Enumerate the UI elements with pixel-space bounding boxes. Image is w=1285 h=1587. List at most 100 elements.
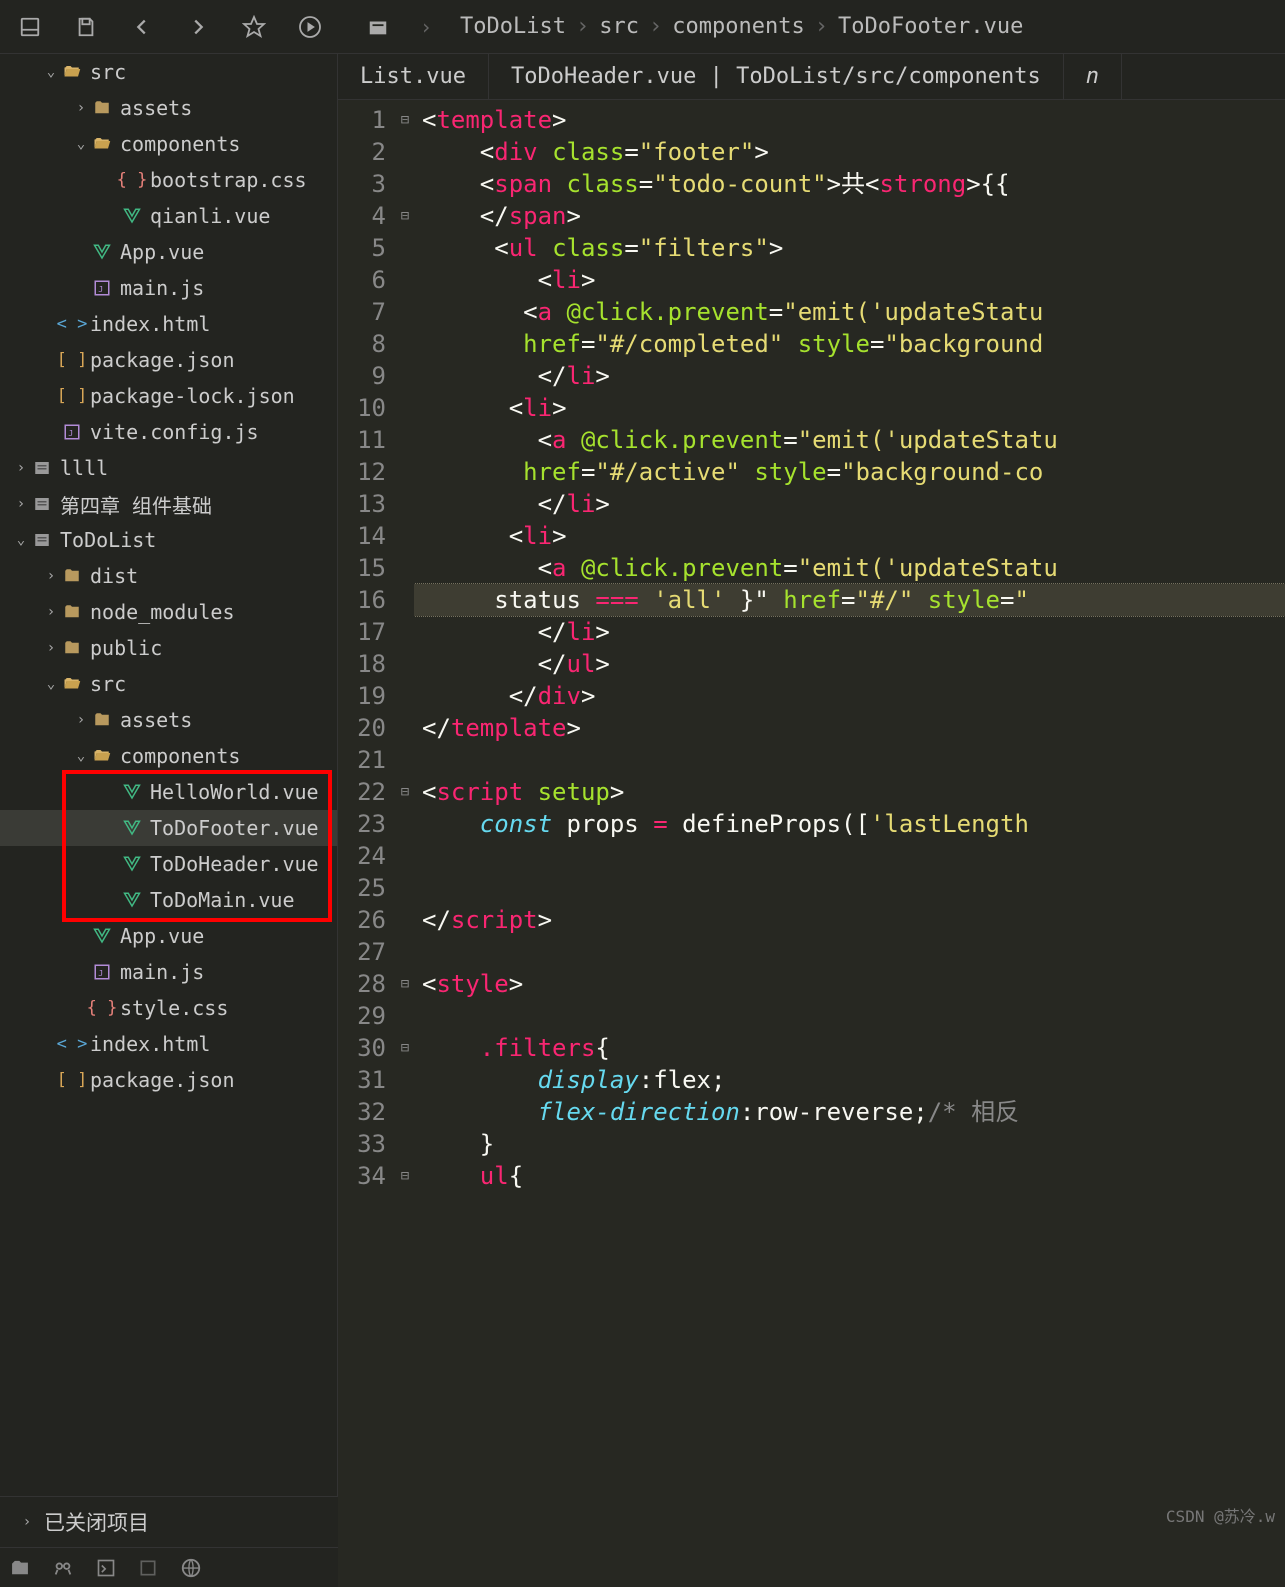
folder-open-icon — [90, 747, 114, 765]
vue-icon — [120, 207, 144, 225]
svg-text:J: J — [68, 428, 73, 438]
tree-style.css[interactable]: { }style.css — [0, 990, 337, 1026]
tree-label: public — [90, 636, 162, 660]
tree-components[interactable]: ⌄components — [0, 126, 337, 162]
tree-label: qianli.vue — [150, 204, 270, 228]
tree-index.html[interactable]: < > index.html — [0, 1026, 337, 1062]
run-icon[interactable] — [296, 13, 324, 41]
js-icon: J — [90, 963, 114, 981]
tree-package-lock.json[interactable]: [ ] package-lock.json — [0, 378, 337, 414]
tree-qianli.vue[interactable]: qianli.vue — [0, 198, 337, 234]
tree-node_modules[interactable]: ›node_modules — [0, 594, 337, 630]
breadcrumb-src[interactable]: src — [599, 14, 639, 39]
tree-package.json[interactable]: [ ] package.json — [0, 1062, 337, 1098]
tree-index.html[interactable]: < > index.html — [0, 306, 337, 342]
html-icon: < > — [60, 314, 84, 334]
tree-label: ToDoHeader.vue — [150, 852, 319, 876]
tab-overflow[interactable]: n — [1064, 54, 1122, 99]
tree-ToDoMain.vue[interactable]: ToDoMain.vue — [0, 882, 337, 918]
star-icon[interactable] — [240, 13, 268, 41]
tree-label: components — [120, 744, 240, 768]
tree-App.vue[interactable]: App.vue — [0, 918, 337, 954]
svg-text:J: J — [98, 284, 103, 294]
tree-label: 第四章 组件基础 — [60, 490, 212, 519]
proj-icon — [30, 459, 54, 477]
css-icon: { } — [90, 998, 114, 1018]
breadcrumb-components[interactable]: components — [672, 14, 804, 39]
tree-label: main.js — [120, 276, 204, 300]
json-icon: [ ] — [60, 1070, 84, 1090]
js-icon: J — [90, 279, 114, 297]
tree-label: bootstrap.css — [150, 168, 307, 192]
folder-open-icon — [60, 63, 84, 81]
tab-listvue[interactable]: List.vue — [338, 54, 489, 99]
breadcrumb-ToDoList[interactable]: ToDoList — [460, 14, 566, 39]
tree-label: llll — [60, 456, 108, 480]
closed-projects[interactable]: ›已关闭项目 — [0, 1496, 338, 1547]
vue-icon — [120, 819, 144, 837]
editor-pane: List.vue ToDoHeader.vue | ToDoList/src/c… — [338, 54, 1285, 1587]
tree-label: ToDoList — [60, 528, 156, 552]
tree-label: package-lock.json — [90, 384, 295, 408]
folder-icon — [90, 711, 114, 729]
tree-main.js[interactable]: Jmain.js — [0, 270, 337, 306]
tree-bootstrap.css[interactable]: { } bootstrap.css — [0, 162, 337, 198]
tree-label: App.vue — [120, 240, 204, 264]
tree-public[interactable]: ›public — [0, 630, 337, 666]
watermark: CSDN @苏冷.w — [1166, 1503, 1275, 1527]
tree-ToDoHeader.vue[interactable]: ToDoHeader.vue — [0, 846, 337, 882]
tree-label: main.js — [120, 960, 204, 984]
tree-src[interactable]: ⌄src — [0, 54, 337, 90]
tree-label: components — [120, 132, 240, 156]
tree-label: assets — [120, 708, 192, 732]
tree-App.vue[interactable]: App.vue — [0, 234, 337, 270]
tree-label: assets — [120, 96, 192, 120]
panel-icon[interactable] — [16, 13, 44, 41]
breadcrumb: ToDoList›src›components›ToDoFooter.vue — [460, 14, 1023, 39]
tree-label: src — [90, 60, 126, 84]
tree-llll[interactable]: ›llll — [0, 450, 337, 486]
html-icon: < > — [60, 1034, 84, 1054]
folder-open-icon — [60, 675, 84, 693]
tree-dist[interactable]: ›dist — [0, 558, 337, 594]
folder-icon — [60, 603, 84, 621]
tree-ToDoList[interactable]: ⌄ToDoList — [0, 522, 337, 558]
back-icon[interactable] — [128, 13, 156, 41]
tab-bar: List.vue ToDoHeader.vue | ToDoList/src/c… — [338, 54, 1285, 100]
tree-label: HelloWorld.vue — [150, 780, 319, 804]
tab-header[interactable]: ToDoHeader.vue | ToDoList/src/components — [489, 54, 1064, 99]
css-icon: { } — [120, 170, 144, 190]
svg-text:J: J — [98, 968, 103, 978]
tree-main.js[interactable]: Jmain.js — [0, 954, 337, 990]
tree-ToDoFooter.vue[interactable]: ToDoFooter.vue — [0, 810, 337, 846]
vue-icon — [90, 243, 114, 261]
js-icon: J — [60, 423, 84, 441]
tree-assets[interactable]: ›assets — [0, 702, 337, 738]
code-editor[interactable]: 1234567891011121314151617181920212223242… — [338, 100, 1285, 1587]
folder-icon — [60, 639, 84, 657]
vue-icon — [90, 927, 114, 945]
tree-label: vite.config.js — [90, 420, 259, 444]
tree-package.json[interactable]: [ ]package.json — [0, 342, 337, 378]
json-icon: [ ] — [60, 386, 84, 406]
vue-icon — [120, 855, 144, 873]
tree-HelloWorld.vue[interactable]: HelloWorld.vue — [0, 774, 337, 810]
forward-icon[interactable] — [184, 13, 212, 41]
save-icon[interactable] — [72, 13, 100, 41]
tree-label: package.json — [90, 1068, 235, 1092]
folder-open-icon — [90, 135, 114, 153]
tree-第四章 组件基础[interactable]: ›第四章 组件基础 — [0, 486, 337, 522]
top-toolbar: › ToDoList›src›components›ToDoFooter.vue — [0, 0, 1285, 54]
proj-icon — [30, 495, 54, 513]
tree-vite.config.js[interactable]: Jvite.config.js — [0, 414, 337, 450]
folder-icon — [60, 567, 84, 585]
folder-nav-icon[interactable] — [364, 13, 392, 41]
breadcrumb-ToDoFooter.vue[interactable]: ToDoFooter.vue — [838, 14, 1023, 39]
bottom-bar — [0, 1547, 338, 1587]
tree-components[interactable]: ⌄components — [0, 738, 337, 774]
tree-label: index.html — [90, 312, 210, 336]
tree-assets[interactable]: ›assets — [0, 90, 337, 126]
tree-label: package.json — [90, 348, 235, 372]
tree-label: index.html — [90, 1032, 210, 1056]
tree-src[interactable]: ⌄src — [0, 666, 337, 702]
